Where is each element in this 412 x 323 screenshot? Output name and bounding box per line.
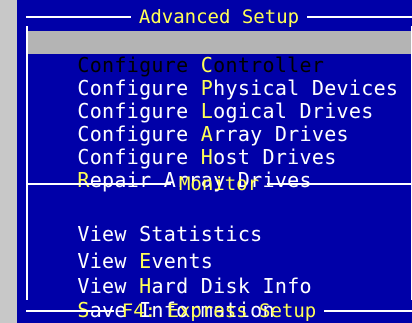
menu-item-configure-logical-drives[interactable]: Configure Logical Drives — [28, 77, 411, 123]
header-rule-right — [307, 16, 412, 18]
express-setup-hint: F4: Express Setup — [121, 300, 317, 322]
menu-item-view-events[interactable]: View Events — [28, 227, 411, 273]
monitor-title: Monitor — [178, 173, 260, 195]
menu-item-configure-array-drives[interactable]: Configure Array Drives — [28, 100, 411, 146]
menu-item-view-hard-disk-info[interactable]: View Hard Disk Info — [28, 252, 411, 298]
menu-item-repair-array-drives[interactable]: Repair Array Drives — [28, 146, 411, 192]
monitor-rule-left — [26, 183, 171, 185]
monitor-header: Monitor — [17, 172, 412, 196]
advanced-setup-screen: Advanced Setup Configure Controller Conf… — [17, 0, 412, 323]
menu-item-save-information[interactable]: Save Information — [28, 276, 411, 322]
advanced-setup-header: Advanced Setup — [17, 5, 412, 29]
menu-item-configure-host-drives[interactable]: Configure Host Drives — [28, 123, 411, 169]
advanced-setup-title: Advanced Setup — [138, 6, 300, 28]
menu-item-configure-physical-devices[interactable]: Configure Physical Devices — [28, 54, 411, 100]
monitor-rule-right — [267, 183, 412, 185]
footer-header: F4: Express Setup — [17, 299, 412, 323]
footer-rule-left — [26, 310, 114, 312]
header-rule-left — [26, 16, 131, 18]
menu-item-configure-controller[interactable]: Configure Controller — [28, 31, 411, 77]
footer-rule-right — [324, 310, 412, 312]
menu-item-view-statistics[interactable]: View Statistics — [28, 200, 411, 246]
